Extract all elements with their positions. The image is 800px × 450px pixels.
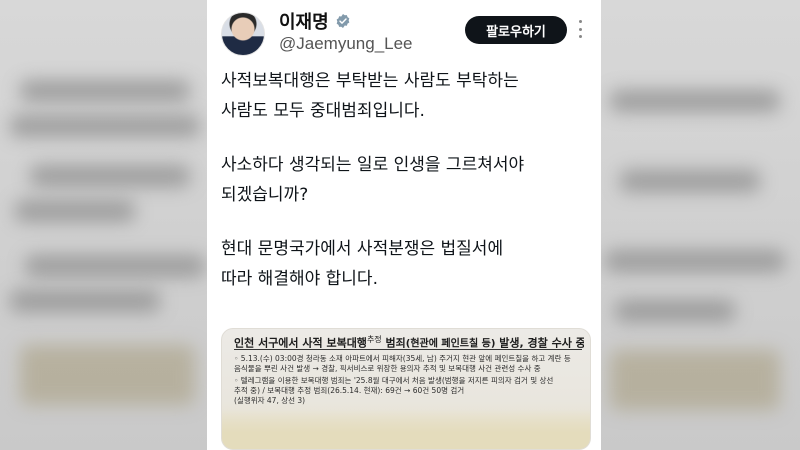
document-line: 추적 중) / 보복대행 추정 범죄(26.5.14. 현재): 69건 → 6… [234,386,465,395]
tweet-paragraph: 사소하다 생각되는 일로 인생을 그르쳐서야 되겠습니까? [221,150,591,210]
more-options-icon[interactable] [573,20,587,38]
tweet-line: 되겠습니까? [221,185,309,205]
follow-button[interactable]: 팔로우하기 [465,16,567,44]
tweet-card: 이재명 @Jaemyung_Lee 팔로우하기 사적보복대행은 부탁받는 사람도… [207,0,601,450]
document-divider [234,349,582,350]
tweet-line: 사람도 모두 중대범죄입니다. [221,101,425,121]
tweet-paragraph: 현대 문명국가에서 사적분쟁은 법질서에 따라 해결해야 합니다. [221,234,591,294]
author-name-row: 이재명 [279,8,351,34]
verified-badge-icon [335,13,351,29]
document-line: 음식물을 뿌린 사건 발생 → 경찰, 픽서비스로 위장한 용의자 추적 및 보… [234,364,541,373]
document-line: ◦ 텔레그램을 이용한 보복대행 범죄는 '25.8월 대구에서 처음 발생(범… [234,376,554,385]
document-line: ◦ 5.13.(수) 03:00경 청라동 소재 아파트에서 피해자(35세, … [234,354,571,363]
tweet-header: 이재명 @Jaemyung_Lee 팔로우하기 [221,8,587,58]
avatar[interactable] [221,12,265,56]
blurred-background-left [0,0,210,450]
tweet-paragraph: 사적보복대행은 부탁받는 사람도 부탁하는 사람도 모두 중대범죄입니다. [221,66,591,126]
document-line: (실행위자 47, 상선 3) [234,396,306,405]
blurred-background-right [600,0,800,450]
tweet-line: 현대 문명국가에서 사적분쟁은 법질서에 [221,239,504,259]
tweet-line: 사적보복대행은 부탁받는 사람도 부탁하는 [221,71,519,91]
tweet-line: 따라 해결해야 합니다. [221,269,378,289]
tweet-text: 사적보복대행은 부탁받는 사람도 부탁하는 사람도 모두 중대범죄입니다. 사소… [221,66,591,318]
attached-document-image[interactable]: 인천 서구에서 사적 보복대행추정 범죄(현관에 페인트칠 등) 발생, 경찰 … [221,328,591,450]
author-name[interactable]: 이재명 [279,8,329,34]
document-fade [222,409,590,449]
tweet-line: 사소하다 생각되는 일로 인생을 그르쳐서야 [221,155,525,175]
author-handle[interactable]: @Jaemyung_Lee [279,34,413,54]
